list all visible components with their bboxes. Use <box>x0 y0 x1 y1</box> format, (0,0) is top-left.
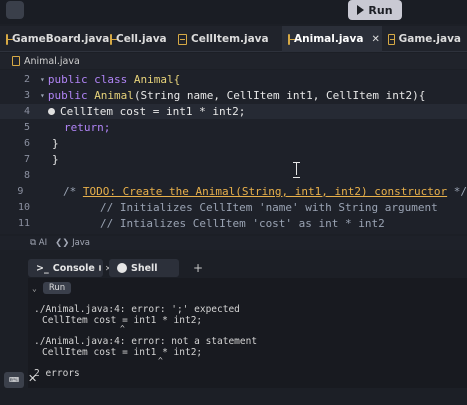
file-tabs: GameBoard.java Cell.java CellItem.java A… <box>0 26 467 52</box>
code-line: 5 return; <box>23 121 111 134</box>
ai-indicator[interactable]: ⧉ AI <box>30 238 47 248</box>
tab-game[interactable]: Game.java <box>382 26 467 52</box>
java-file-icon <box>388 33 395 45</box>
error-summary: 2 errors <box>34 368 80 379</box>
java-file-icon <box>110 33 117 45</box>
run-button[interactable]: Run <box>348 0 402 20</box>
code-editor[interactable]: 2 ▾ public class Animal{ 3 ▾ public Anim… <box>0 70 467 234</box>
status-bar: ⧉ AI ❮❯ Java <box>0 236 467 250</box>
text-cursor-icon <box>293 162 301 178</box>
fold-chevron-icon[interactable]: ▾ <box>40 91 45 100</box>
play-icon <box>357 5 365 15</box>
code-line: 6 } <box>23 137 59 150</box>
tab-animal[interactable]: Animal.java ✕ <box>282 26 382 52</box>
code-line: 10 // Initializes CellItem 'name' with S… <box>17 201 438 214</box>
menu-button[interactable] <box>6 1 24 19</box>
console-output[interactable]: ⌄ Run ./Animal.java:4: error: ';' expect… <box>28 278 467 388</box>
breakpoint-icon[interactable] <box>48 108 55 115</box>
terminal-icon: >_ <box>36 262 49 274</box>
code-line: 11 // Intializes CellItem 'cost' as int … <box>17 217 385 230</box>
tab-shell[interactable]: Shell <box>109 259 179 277</box>
close-tab-icon[interactable]: ✕ <box>371 34 379 45</box>
run-header[interactable]: ⌄ Run <box>32 282 72 294</box>
java-file-icon <box>178 33 187 45</box>
error-line: ./Animal.java:4: error: ';' expected <box>34 304 240 315</box>
tab-gameboard[interactable]: GameBoard.java <box>0 26 109 52</box>
lock-icon <box>98 265 101 271</box>
language-indicator[interactable]: ❮❯ Java <box>55 238 90 248</box>
tab-cellitem[interactable]: CellItem.java <box>172 26 282 52</box>
java-file-icon <box>12 56 20 66</box>
code-line: 3 ▾ public Animal (String name, CellItem … <box>23 89 426 102</box>
console-tab-bar: >_ Console ✕ Shell + <box>28 258 467 278</box>
add-tab-button[interactable]: + <box>193 261 203 275</box>
fold-chevron-icon[interactable]: ▾ <box>40 75 45 84</box>
code-line: 8 <box>23 170 30 181</box>
close-icon[interactable]: ✕ <box>28 372 37 385</box>
java-file-icon <box>6 33 13 45</box>
keyboard-toggle-button[interactable]: ⌨ <box>4 372 24 388</box>
shell-icon <box>117 263 127 273</box>
java-file-icon <box>288 33 295 45</box>
keyboard-icon: ⌨ <box>8 376 20 384</box>
tab-cell[interactable]: Cell.java <box>104 26 172 52</box>
run-label: Run <box>368 3 393 17</box>
code-line: 2 ▾ public class Animal{ <box>23 73 181 86</box>
error-code-line: CellItem cost = int1 * int2; <box>42 347 203 358</box>
error-line: ./Animal.java:4: error: not a statement <box>34 336 258 347</box>
error-caret-icon: ^ <box>158 356 163 365</box>
code-line: 9 /* TODO: Create the Animal(String, int… <box>17 185 467 198</box>
top-bar: Run <box>0 0 467 24</box>
code-line: 7 } <box>23 153 59 166</box>
error-caret-icon: ^ <box>120 324 125 333</box>
tab-console[interactable]: >_ Console ✕ <box>28 259 112 277</box>
code-line-active: 4 CellItem cost = int1 * int2; <box>0 104 467 119</box>
breadcrumb: Animal.java <box>0 53 467 69</box>
chevron-down-icon: ⌄ <box>32 283 37 293</box>
